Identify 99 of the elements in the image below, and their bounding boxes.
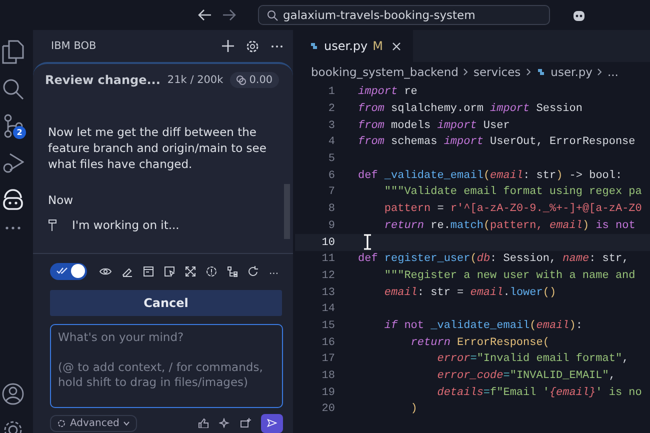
chevron-icon [463, 68, 468, 76]
mode-dropdown[interactable]: Advanced [50, 414, 138, 432]
code-line: email: str = email.lower() [383, 286, 556, 299]
window-icon[interactable] [143, 266, 154, 276]
pencil-icon[interactable] [122, 266, 133, 276]
settings-icon[interactable] [246, 40, 259, 52]
hammer-icon [48, 218, 58, 232]
breadcrumb-item[interactable]: services [473, 65, 521, 79]
command-search-field[interactable]: galaxium-travels-booking-system [258, 5, 550, 25]
line-number: 11 [320, 253, 335, 266]
line-number: 9 [327, 220, 335, 232]
line-number: 3 [327, 120, 335, 132]
line-number: 20 [320, 403, 335, 416]
modified-indicator: M [372, 39, 383, 53]
line-number: 18 [320, 370, 335, 382]
more-options[interactable]: ... [269, 266, 279, 276]
python-file-icon [536, 67, 546, 77]
source-control-icon[interactable] [3, 114, 23, 138]
cost-value: 0.00 [249, 74, 273, 86]
coins-icon [236, 75, 246, 85]
line-number: 6 [327, 170, 335, 182]
back-arrow-icon[interactable] [198, 9, 212, 21]
chevron-icon [526, 68, 531, 76]
status-text: I'm working on it... [72, 218, 180, 232]
send-icon [267, 418, 277, 428]
cancel-button[interactable]: Cancel [50, 290, 282, 316]
search-icon[interactable] [2, 78, 24, 100]
refresh-icon[interactable] [248, 266, 259, 276]
code-line: """Register a new user with a name and [383, 270, 636, 282]
line-number: 13 [320, 286, 335, 299]
auto-approve-toggle[interactable] [50, 262, 87, 280]
line-number: 15 [320, 320, 335, 332]
breadcrumb-item[interactable]: booking_system_backend [311, 65, 458, 79]
editor-tab[interactable]: user.py M [295, 30, 413, 62]
alert-icon[interactable] [206, 266, 217, 276]
changes-count-badge: 2 [13, 126, 26, 139]
code-line: return re.match(pattern, email) is not [383, 220, 636, 232]
account-icon[interactable] [2, 383, 24, 405]
line-number: 8 [327, 203, 335, 216]
code-line: pattern = r'^[a-zA-Z0-9._%+-]+@[a-zA-Z0 [383, 203, 642, 216]
python-file-icon [309, 41, 319, 51]
line-number: 7 [327, 186, 335, 198]
code-line: from schemas import UserOut, ErrorResponse [358, 136, 636, 148]
code-line: def register_user(db: Session, name: str, [358, 253, 629, 266]
line-number: 17 [320, 353, 335, 366]
token-count: 21k / 200k [167, 74, 224, 86]
code-line: def _validate_email(email: str) -> bool: [358, 170, 622, 182]
message-input-field[interactable]: What's on your mind? (@ to add context, / for commands, hold shift to drag in files/images) [50, 324, 283, 408]
panel-title: IBM BOB [51, 40, 98, 52]
files-icon[interactable] [2, 40, 24, 64]
gear-icon [57, 418, 66, 428]
line-number: 5 [327, 153, 335, 166]
cursor-select-icon[interactable] [164, 266, 175, 276]
more-icon[interactable] [5, 226, 21, 230]
breadcrumb-item[interactable]: user.py [550, 65, 592, 79]
line-number: 12 [320, 270, 335, 282]
robot-icon[interactable] [572, 8, 586, 22]
thumbs-up-icon[interactable] [198, 418, 209, 428]
line-number: 14 [320, 303, 335, 316]
run-debug-icon[interactable] [2, 152, 24, 174]
code-line: import re [358, 86, 418, 98]
line-number: 4 [327, 136, 335, 148]
code-line: return ErrorResponse( [410, 336, 550, 349]
line-number: 2 [327, 103, 335, 116]
chat-message: Now let me get the diff between the feature branch and origin/main to see what files have changed. [48, 124, 268, 172]
line-number: 10 [320, 236, 335, 249]
code-line: """Validate email format using regex pa [383, 186, 642, 198]
send-button[interactable] [261, 414, 283, 432]
chevron-icon [597, 68, 602, 76]
code-line: from sqlalchemy.orm import Session [358, 103, 582, 116]
text-cursor-icon [363, 234, 372, 250]
line-number: 1 [327, 86, 335, 98]
line-number: 16 [320, 336, 335, 349]
code-line: details=f"Email '{email}' is no [436, 386, 642, 399]
code-line: ) [410, 403, 418, 416]
eye-icon[interactable] [99, 266, 112, 276]
sparkle-icon[interactable] [219, 418, 230, 428]
code-line: error="Invalid email format", [436, 353, 629, 366]
line-number: 19 [320, 386, 335, 399]
robot-icon[interactable] [1, 188, 25, 212]
scrollbar[interactable] [284, 184, 290, 239]
search-icon [267, 10, 278, 20]
code-line: if not _validate_email(email): [383, 320, 582, 332]
task-title: Review change... [45, 73, 160, 87]
close-icon[interactable] [392, 42, 401, 50]
tab-label: user.py [324, 39, 368, 53]
code-line: error_code="INVALID_EMAIL", [436, 370, 616, 382]
chat-message: Now [48, 192, 74, 208]
code-line: from models import User [358, 120, 510, 132]
more-icon[interactable] [271, 44, 283, 48]
tree-icon[interactable] [227, 266, 238, 276]
expand-arrows-icon[interactable] [185, 266, 196, 276]
forward-arrow-icon[interactable] [222, 9, 236, 21]
add-image-icon[interactable] [240, 418, 251, 428]
double-check-icon [56, 267, 68, 275]
plus-icon[interactable] [222, 40, 234, 52]
caret-icon [123, 420, 130, 426]
breadcrumb-item[interactable]: ... [607, 65, 618, 79]
settings-icon[interactable] [2, 419, 24, 433]
